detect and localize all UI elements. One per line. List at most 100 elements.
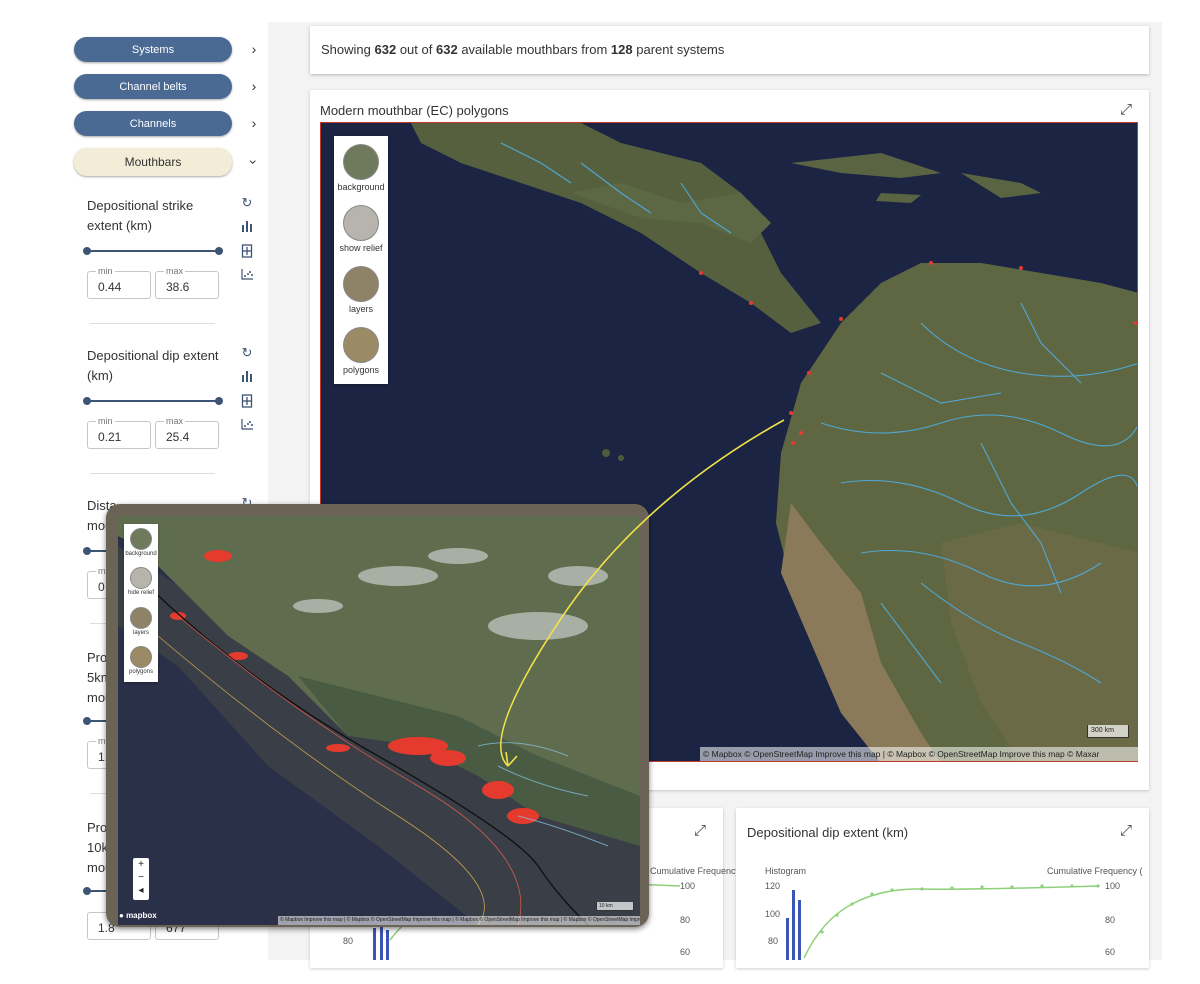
expand-icon[interactable]: ⤢ — [1118, 823, 1134, 839]
summary-bar: Showing 632 out of 632 available mouthba… — [310, 26, 1149, 74]
histogram-label: Histogram — [765, 866, 807, 876]
polygons-toggle[interactable]: polygons — [334, 327, 388, 375]
chevron-right-icon[interactable]: › — [248, 42, 260, 56]
filter-dip-title: Depositional dip extent (km) — [87, 348, 219, 383]
mapbox-logo: ● mapbox — [119, 911, 157, 920]
inset-polygons-label: polygons — [128, 669, 154, 675]
background-icon — [130, 528, 152, 550]
filter-icon[interactable] — [240, 244, 254, 258]
relief-toggle[interactable]: show relief — [334, 205, 388, 253]
nav-systems-label: Systems — [131, 43, 175, 56]
nav-channel-belts-button[interactable]: Channel belts — [74, 74, 232, 99]
max-label: max — [164, 266, 186, 276]
chevron-right-icon[interactable]: › — [248, 79, 260, 93]
strike-range-slider[interactable] — [83, 247, 223, 255]
inset-attribution[interactable]: © Mapbox Improve this map | © Mapbox © O… — [278, 916, 640, 925]
nav-systems-button[interactable]: Systems — [74, 37, 232, 62]
map-scale: 300 km — [1087, 725, 1129, 738]
map-controls-panel: background show relief layers polygons — [334, 136, 388, 384]
background-label: background — [337, 182, 385, 192]
nav-channels-label: Channels — [129, 117, 177, 130]
mapbox-logo-text: mapbox — [126, 911, 157, 920]
dip-max-input[interactable]: max 25.4 — [155, 416, 219, 449]
background-icon — [343, 144, 379, 180]
min-value: 0.44 — [98, 280, 122, 294]
right-tick: 60 — [680, 947, 691, 957]
chevron-right-icon[interactable]: › — [248, 116, 260, 130]
inset-3d-map[interactable] — [118, 516, 640, 925]
dip-chart-graphic — [786, 884, 1100, 960]
layers-toggle[interactable]: layers — [334, 266, 388, 314]
inset-relief-label: hide relief — [127, 590, 154, 596]
divider — [90, 473, 215, 474]
divider — [90, 323, 215, 324]
summary-suffix: parent systems — [636, 42, 725, 57]
left-tick: 80 — [768, 936, 779, 946]
right-tick: 80 — [1105, 915, 1116, 925]
zoom-out-button[interactable]: − — [133, 871, 149, 884]
left-tick: 100 — [765, 909, 781, 919]
map-card-title: Modern mouthbar (EC) polygons — [320, 103, 509, 118]
max-value: 38.6 — [166, 280, 190, 294]
cumulative-frequency-label: Cumulative Frequency ( — [1047, 866, 1143, 876]
polygons-icon — [343, 327, 379, 363]
slider-min-handle[interactable] — [83, 547, 91, 555]
summary-total-count: 632 — [435, 42, 458, 57]
min-value: 0 — [98, 580, 105, 594]
filter-icon[interactable] — [240, 394, 254, 408]
summary-mid2: available mouthbars from — [461, 42, 608, 57]
inset-scale: 10 km — [596, 902, 634, 911]
nav-mouthbars-label: Mouthbars — [124, 155, 182, 169]
bar-chart-icon[interactable] — [240, 220, 254, 234]
filter-strike-title: Depositional strike extent (km) — [87, 198, 194, 233]
chevron-down-icon[interactable]: › — [246, 156, 262, 168]
inset-polygons-toggle[interactable]: polygons — [124, 646, 158, 675]
strike-max-input[interactable]: max 38.6 — [155, 266, 219, 299]
right-tick: 100 — [1105, 881, 1121, 891]
relief-icon — [130, 567, 152, 589]
slider-min-handle[interactable] — [83, 247, 91, 255]
layers-label: layers — [348, 304, 373, 314]
expand-icon[interactable]: ⤢ — [1118, 102, 1134, 118]
strike-min-input[interactable]: min 0.44 — [87, 266, 151, 299]
inset-background-toggle[interactable]: background — [124, 528, 158, 557]
min-label: min — [96, 416, 115, 426]
inset-background-label: background — [125, 551, 157, 557]
inset-layers-label: layers — [132, 630, 149, 636]
summary-shown-count: 632 — [374, 42, 397, 57]
relief-label: show relief — [339, 243, 383, 253]
inset-terrain-graphic — [118, 516, 640, 925]
right-tick: 60 — [1105, 947, 1116, 957]
nav-mouthbars-button[interactable]: Mouthbars — [74, 148, 232, 176]
zoom-in-button[interactable]: + — [133, 858, 149, 871]
dip-min-input[interactable]: min 0.21 — [87, 416, 151, 449]
scatter-icon[interactable] — [240, 418, 254, 432]
reset-icon[interactable]: ↻ — [240, 346, 254, 360]
slider-min-handle[interactable] — [83, 397, 91, 405]
scatter-icon[interactable] — [240, 268, 254, 282]
max-value: 25.4 — [166, 430, 190, 444]
dip-range-slider[interactable] — [83, 397, 223, 405]
bar-chart-icon[interactable] — [240, 370, 254, 384]
background-toggle[interactable]: background — [334, 144, 388, 192]
slider-max-handle[interactable] — [215, 247, 223, 255]
right-tick: 80 — [680, 915, 691, 925]
relief-icon — [343, 205, 379, 241]
map-attribution[interactable]: © Mapbox © OpenStreetMap Improve this ma… — [700, 747, 1138, 761]
max-label: max — [164, 416, 186, 426]
polygons-label: polygons — [342, 365, 380, 375]
reset-icon[interactable]: ↻ — [240, 196, 254, 210]
dip-chart-title: Depositional dip extent (km) — [747, 825, 909, 840]
inset-layers-toggle[interactable]: layers — [124, 607, 158, 636]
summary-mid: out of — [399, 42, 433, 57]
slider-min-handle[interactable] — [83, 887, 91, 895]
slider-max-handle[interactable] — [215, 397, 223, 405]
polygons-icon — [130, 646, 152, 668]
nav-channels-button[interactable]: Channels — [74, 111, 232, 136]
slider-min-handle[interactable] — [83, 717, 91, 725]
inset-relief-toggle[interactable]: hide relief — [124, 567, 158, 596]
summary-parent-count: 128 — [610, 42, 633, 57]
compass-button[interactable]: ◂ — [133, 884, 149, 897]
summary-text: Showing 632 out of 632 available mouthba… — [321, 42, 724, 57]
expand-icon[interactable]: ⤢ — [692, 823, 708, 839]
